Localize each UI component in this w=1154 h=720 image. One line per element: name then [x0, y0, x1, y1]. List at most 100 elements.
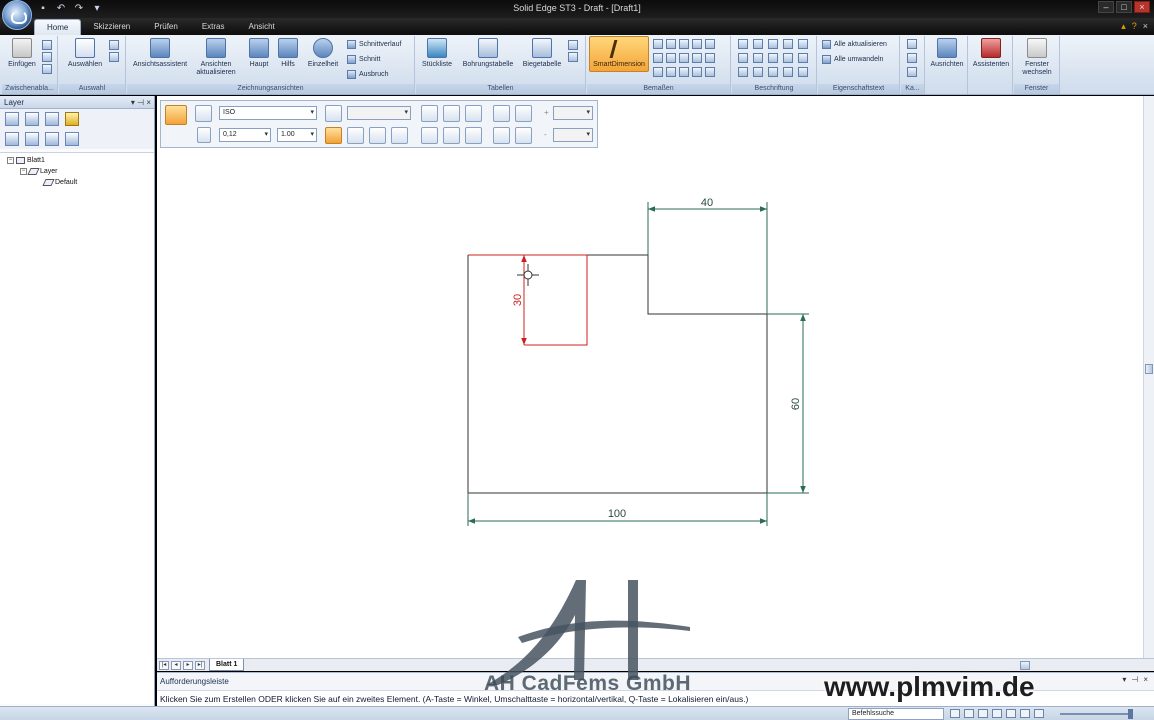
center-mark-icon[interactable] — [798, 53, 808, 63]
background-icon[interactable] — [1020, 709, 1030, 718]
cut-icon[interactable] — [42, 40, 52, 50]
dim-axis-icon[interactable] — [705, 53, 715, 63]
dim-style-icon[interactable] — [692, 67, 702, 77]
section-button[interactable]: Schnitt — [347, 55, 380, 64]
smart-dimension-options-icon[interactable] — [165, 105, 187, 125]
next-sheet-icon[interactable]: ▸ — [183, 661, 193, 670]
minimize-button[interactable]: – — [1098, 1, 1114, 13]
upper-tolerance-select[interactable] — [553, 106, 593, 120]
lock-icon[interactable] — [197, 127, 211, 143]
radial-dim-icon[interactable] — [369, 127, 386, 144]
show-layer-icon[interactable] — [45, 112, 59, 126]
section-path-button[interactable]: Schnittverlauf — [347, 40, 401, 49]
collapse-icon[interactable]: − — [20, 168, 27, 175]
aux-view-button[interactable]: Hilfs — [275, 38, 301, 69]
zoom-icon[interactable] — [964, 709, 974, 718]
feature-control-icon[interactable] — [753, 53, 763, 63]
update-views-button[interactable]: Ansichten aktualisieren — [193, 38, 239, 77]
format-painter-icon[interactable] — [42, 64, 52, 74]
layer-delete-icon[interactable] — [65, 132, 79, 146]
detail-view-button[interactable]: Einzelheit — [303, 38, 343, 69]
update-all-button[interactable]: Alle aktualisieren — [822, 40, 887, 49]
diameter-dim-icon[interactable] — [391, 127, 408, 144]
bolt-hole-circle-icon[interactable] — [753, 67, 763, 77]
scroll-thumb[interactable] — [1145, 364, 1153, 374]
tab-inspect[interactable]: Prüfen — [142, 19, 190, 35]
callout-icon[interactable] — [768, 39, 778, 49]
doc-close-icon[interactable]: × — [1143, 21, 1148, 32]
text-box-icon[interactable] — [783, 67, 793, 77]
angular-dim-icon[interactable] — [347, 127, 364, 144]
tree-item-default[interactable]: Default — [42, 179, 77, 186]
delete-dim-icon[interactable] — [493, 105, 510, 122]
prompt-menu-icon[interactable]: ▾ — [1122, 675, 1126, 684]
datum-target-icon[interactable] — [783, 53, 793, 63]
sheet-view-icon[interactable] — [1006, 709, 1016, 718]
tab-tools[interactable]: Extras — [190, 19, 237, 35]
copy-icon[interactable] — [42, 52, 52, 62]
tab-view[interactable]: Ansicht — [237, 19, 287, 35]
dim-edit-icon[interactable] — [493, 127, 510, 144]
balloon-icon[interactable] — [753, 39, 763, 49]
convert-all-button[interactable]: Alle umwandeln — [822, 55, 883, 64]
radius-dim-icon[interactable] — [653, 67, 663, 77]
dim-reset-icon[interactable] — [515, 127, 532, 144]
maximize-button[interactable]: □ — [1116, 1, 1132, 13]
auto-dim-icon[interactable] — [679, 53, 689, 63]
parts-list-button[interactable]: Stückliste — [418, 38, 456, 69]
close-button[interactable]: × — [1134, 1, 1150, 13]
prompt-close-icon[interactable]: × — [1143, 675, 1148, 684]
view-wizard-button[interactable]: Ansichtsassistent — [129, 38, 191, 69]
arc-dim-icon[interactable] — [679, 67, 689, 77]
select-button[interactable]: Auswählen — [63, 38, 107, 69]
fit-icon[interactable] — [978, 709, 988, 718]
help-icon[interactable]: ? — [1132, 21, 1137, 32]
angular-coord-icon[interactable] — [666, 53, 676, 63]
symmetric-dim-icon[interactable] — [705, 39, 715, 49]
line-width-select[interactable]: 0,12 — [219, 128, 271, 142]
select-tool-icon[interactable] — [109, 40, 119, 50]
dimension-tools-icon[interactable] — [325, 105, 342, 122]
distance-dim-icon[interactable] — [653, 39, 663, 49]
dimension-40[interactable] — [647, 202, 768, 314]
assistants-button[interactable]: Assistenten — [970, 38, 1012, 69]
prompt-pin-icon[interactable]: ⊣ — [1131, 675, 1138, 684]
dimension-style-select[interactable]: ISO — [219, 106, 317, 120]
retrieve-dim-icon[interactable] — [692, 53, 702, 63]
surface-texture-icon[interactable] — [783, 39, 793, 49]
sheet-tab-blatt1[interactable]: Blatt 1 — [209, 659, 245, 671]
tree-item-layer[interactable]: − Layer — [20, 168, 58, 175]
main-view-button[interactable]: Haupt — [245, 38, 273, 69]
ribbon-minimize-icon[interactable]: ▴ — [1121, 21, 1126, 32]
first-sheet-icon[interactable]: |◂ — [159, 661, 169, 670]
cube-icon[interactable] — [907, 39, 917, 49]
active-layer-icon[interactable] — [25, 112, 39, 126]
dim-break-icon[interactable] — [465, 127, 482, 144]
switch-window-button[interactable]: Fenster wechseln — [1016, 38, 1058, 77]
smart-dimension-button[interactable]: SmartDimension — [589, 36, 649, 72]
panel-menu-icon[interactable]: ▾ — [131, 98, 135, 107]
center-line-icon[interactable] — [738, 67, 748, 77]
dim-align-icon[interactable] — [443, 127, 460, 144]
horizontal-vertical-icon[interactable] — [421, 105, 438, 122]
angle-dim-icon[interactable] — [666, 39, 676, 49]
zoom-slider[interactable] — [1060, 713, 1130, 715]
tree-item-sheet[interactable]: − Blatt1 — [7, 157, 45, 164]
table-settings-icon[interactable] — [568, 40, 578, 50]
hole-table-button[interactable]: Bohrungstabelle — [456, 38, 520, 69]
new-layer-icon[interactable] — [5, 112, 19, 126]
chamfer-dim-icon[interactable] — [692, 39, 702, 49]
zoom-slider-knob[interactable] — [1128, 709, 1133, 719]
bend-table-button[interactable]: Biegetabelle — [520, 38, 564, 69]
zoom-area-icon[interactable] — [950, 709, 960, 718]
application-button[interactable] — [2, 0, 32, 30]
table-grid-icon[interactable] — [568, 52, 578, 62]
layer-filter-icon[interactable] — [5, 132, 19, 146]
part-outline[interactable] — [467, 254, 768, 494]
command-search-input[interactable]: Befehlssuche — [848, 708, 944, 720]
datum-frame-icon[interactable] — [768, 53, 778, 63]
weld-symbol-icon[interactable] — [798, 39, 808, 49]
paste-button[interactable]: Einfügen — [5, 38, 39, 69]
align-button[interactable]: Ausrichten — [927, 38, 967, 69]
coordinate-dim-icon[interactable] — [679, 39, 689, 49]
